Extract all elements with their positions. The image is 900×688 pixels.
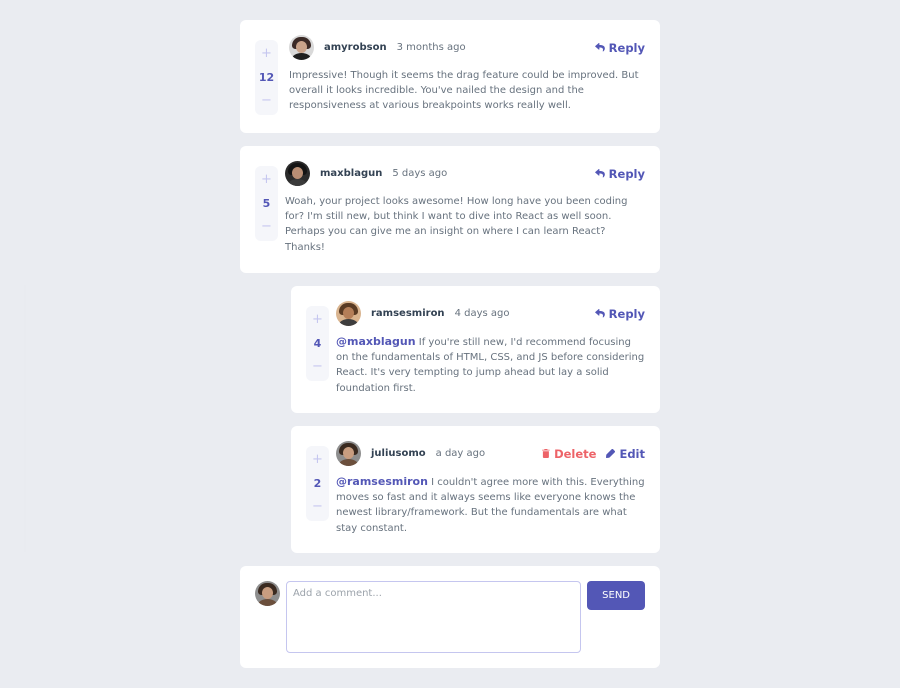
username[interactable]: maxblagun — [320, 168, 382, 179]
trash-icon — [542, 449, 550, 458]
comment-actions: Reply — [594, 306, 645, 321]
comment-content: juliusomo a day ago Delete Edit @ramsesm… — [336, 441, 645, 538]
reply-label: Reply — [608, 40, 645, 55]
timestamp: 5 days ago — [392, 168, 448, 179]
avatar-body — [288, 179, 307, 186]
score-value: 4 — [313, 336, 322, 350]
comment-actions: Reply — [594, 166, 645, 181]
avatar-body — [339, 459, 358, 466]
avatar-face — [296, 41, 307, 53]
comment-text: @maxblagun If you're still new, I'd reco… — [336, 334, 645, 396]
upvote-button[interactable]: + — [312, 453, 323, 467]
send-button[interactable]: SEND — [587, 581, 645, 610]
reply-button[interactable]: Reply — [594, 40, 645, 55]
downvote-button[interactable]: − — [261, 220, 272, 234]
reply-button[interactable]: Reply — [594, 306, 645, 321]
comment-text: Impressive! Though it seems the drag fea… — [289, 70, 639, 112]
comments-container: + 12 − amyrobson 3 months ago Reply Impr… — [240, 20, 660, 668]
avatar — [285, 161, 310, 186]
comment-card: + 5 − maxblagun 5 days ago Reply Woah, y… — [240, 146, 660, 273]
comment-card: + 12 − amyrobson 3 months ago Reply Impr… — [240, 20, 660, 133]
score-value: 12 — [258, 70, 275, 84]
reply-icon — [594, 169, 605, 178]
comment-actions: Delete Edit — [542, 447, 645, 461]
avatar-body — [258, 599, 277, 606]
comment-content: amyrobson 3 months ago Reply Impressive!… — [289, 35, 645, 118]
avatar — [255, 581, 280, 606]
upvote-button[interactable]: + — [312, 313, 323, 327]
comment-header: juliusomo a day ago Delete Edit — [336, 441, 645, 466]
add-comment-form: SEND — [240, 566, 660, 668]
avatar-body — [292, 53, 311, 60]
avatar — [336, 301, 361, 326]
comment-input[interactable] — [286, 581, 582, 653]
avatar-face — [343, 447, 354, 459]
vote-control: + 12 − — [255, 40, 278, 115]
vote-control: + 2 − — [306, 446, 329, 521]
username[interactable]: juliusomo — [371, 448, 426, 459]
upvote-button[interactable]: + — [261, 173, 272, 187]
downvote-button[interactable]: − — [312, 360, 323, 374]
vote-control: + 5 − — [255, 166, 278, 241]
edit-button[interactable]: Edit — [606, 447, 645, 461]
avatar — [336, 441, 361, 466]
reply-card: + 2 − juliusomo a day ago Delete Edit @r… — [291, 426, 660, 553]
avatar-face — [343, 307, 354, 319]
username[interactable]: ramsesmiron — [371, 308, 445, 319]
reply-button[interactable]: Reply — [594, 166, 645, 181]
comment-text: Woah, your project looks awesome! How lo… — [285, 196, 628, 253]
comment-text: @ramsesmiron I couldn't agree more with … — [336, 474, 645, 536]
reply-icon — [594, 43, 605, 52]
edit-label: Edit — [619, 446, 645, 461]
reply-card: + 4 − ramsesmiron 4 days ago Reply @maxb… — [291, 286, 660, 413]
reply-icon — [594, 309, 605, 318]
comment-header: ramsesmiron 4 days ago Reply — [336, 301, 645, 326]
delete-button[interactable]: Delete — [542, 447, 596, 461]
upvote-button[interactable]: + — [261, 47, 272, 61]
comment-content: ramsesmiron 4 days ago Reply @maxblagun … — [336, 301, 645, 398]
mention[interactable]: @ramsesmiron — [336, 475, 428, 488]
score-value: 2 — [313, 476, 322, 490]
reply-label: Reply — [608, 306, 645, 321]
pencil-icon — [606, 449, 616, 458]
timestamp: a day ago — [435, 448, 486, 459]
timestamp: 3 months ago — [396, 42, 466, 53]
downvote-button[interactable]: − — [312, 500, 323, 514]
vote-control: + 4 − — [306, 306, 329, 381]
avatar-body — [339, 319, 358, 326]
avatar-face — [292, 167, 303, 179]
comment-content: maxblagun 5 days ago Reply Woah, your pr… — [285, 161, 645, 258]
thread-line — [24, 285, 26, 552]
avatar-face — [262, 587, 273, 599]
avatar — [289, 35, 314, 60]
username[interactable]: amyrobson — [324, 42, 387, 53]
downvote-button[interactable]: − — [261, 94, 272, 108]
comment-header: maxblagun 5 days ago Reply — [285, 161, 645, 186]
score-value: 5 — [262, 196, 271, 210]
timestamp: 4 days ago — [454, 308, 510, 319]
delete-label: Delete — [554, 446, 597, 461]
mention[interactable]: @maxblagun — [336, 335, 416, 348]
reply-label: Reply — [608, 166, 645, 181]
comment-header: amyrobson 3 months ago Reply — [289, 35, 645, 60]
replies-list: + 4 − ramsesmiron 4 days ago Reply @maxb… — [291, 286, 660, 553]
comment-actions: Reply — [594, 40, 645, 55]
